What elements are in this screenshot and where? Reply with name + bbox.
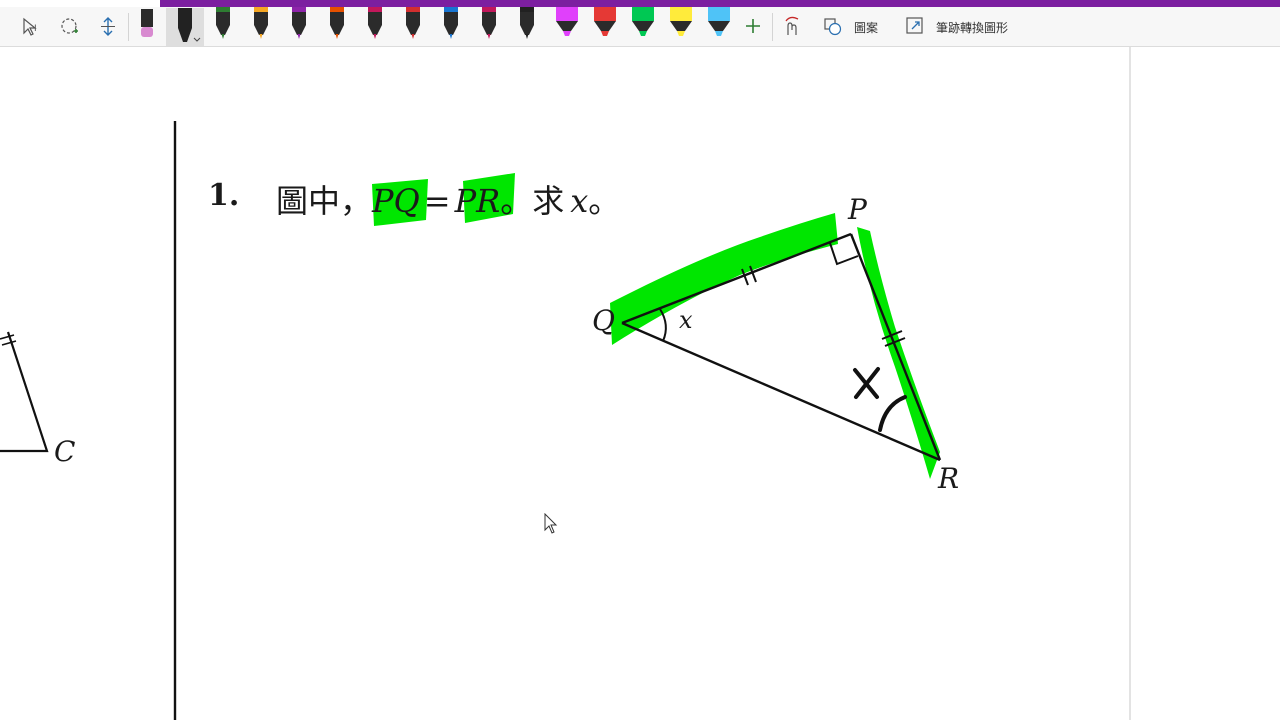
triangle-figure	[372, 173, 942, 479]
ink-to-shape-icon[interactable]	[904, 7, 926, 46]
segment-pr: PR	[454, 182, 501, 220]
add-pen-icon[interactable]	[742, 7, 764, 46]
pen-swatch-icon[interactable]	[288, 7, 310, 46]
pen-swatch-icon[interactable]	[402, 7, 424, 46]
insert-space-icon[interactable]	[96, 7, 120, 46]
question-text: 圖中，PQ = PR。求 x。	[276, 176, 620, 222]
app-accent-strip	[160, 0, 1280, 7]
shapes-icon[interactable]	[822, 7, 844, 46]
highlighter-swatch-icon[interactable]	[668, 7, 694, 46]
highlighter-swatch-icon[interactable]	[630, 7, 656, 46]
vertex-label-r: R	[938, 462, 960, 495]
pen-swatch-icon[interactable]	[326, 7, 348, 46]
pen-swatch-icon[interactable]	[212, 7, 234, 46]
black-pen-icon[interactable]	[166, 8, 204, 46]
handwritten-angle-arc	[878, 395, 907, 432]
shapes-label[interactable]: 圖案	[854, 19, 878, 36]
highlighter-swatch-icon[interactable]	[706, 7, 732, 46]
highlighter-swatch-icon[interactable]	[592, 7, 618, 46]
question-prefix: 圖中，	[276, 182, 373, 220]
toolbar-separator	[772, 13, 773, 41]
mouse-cursor-icon	[544, 513, 558, 534]
vertex-label-p: P	[848, 193, 867, 226]
equals-sign: =	[423, 182, 451, 220]
vertex-label-q: Q	[592, 304, 615, 337]
eraser-icon[interactable]	[136, 7, 158, 46]
pen-swatch-icon[interactable]	[440, 7, 462, 46]
highlighter-swatch-icon[interactable]	[554, 7, 580, 46]
lasso-select-icon[interactable]	[58, 7, 82, 46]
question-number: 1.	[208, 178, 240, 213]
right-angle-mark	[829, 242, 859, 266]
question-mid: 。求	[500, 182, 565, 220]
angle-label-x: x	[679, 306, 693, 334]
highlight-side-pq	[610, 213, 838, 345]
svg-text:I: I	[34, 24, 37, 34]
pen-swatch-icon[interactable]	[250, 7, 272, 46]
variable-x: x	[570, 182, 589, 220]
page-boundary	[1129, 47, 1131, 720]
pen-swatch-icon[interactable]	[516, 7, 538, 46]
pen-swatch-icon[interactable]	[364, 7, 386, 46]
segment-pq: PQ	[372, 182, 420, 220]
note-canvas[interactable]: C 1. 圖中，PQ = PR。求 x。 P Q R x	[0, 47, 1129, 720]
touch-draw-icon[interactable]	[780, 7, 804, 46]
draw-toolbar: I 圖案 筆跡轉換圖形	[0, 7, 1280, 47]
pen-swatch-icon[interactable]	[478, 7, 500, 46]
toolbar-separator	[128, 13, 129, 41]
ink-to-shape-label[interactable]: 筆跡轉換圖形	[936, 19, 1008, 36]
type-select-icon[interactable]: I	[20, 7, 44, 46]
question-end: 。	[588, 182, 621, 220]
side-pr	[849, 233, 942, 461]
handwritten-x	[853, 367, 880, 399]
